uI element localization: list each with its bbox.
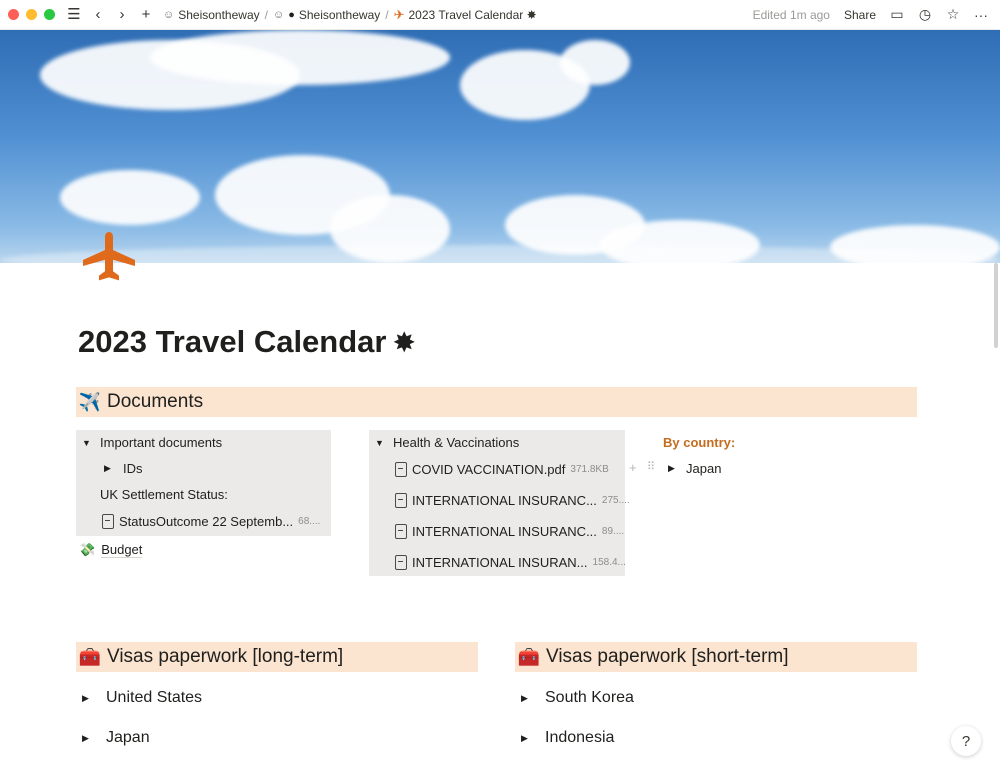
- heading-text: Visas paperwork [short-term]: [546, 646, 789, 667]
- documents-heading[interactable]: ✈️ Documents: [76, 387, 917, 417]
- money-icon: 💸: [79, 542, 96, 557]
- file-icon: [102, 514, 114, 529]
- maximize-window-button[interactable]: [44, 9, 55, 20]
- topbar-actions: Edited 1m ago Share ▭ ◷ ☆ ···: [753, 6, 988, 23]
- file-attachment[interactable]: INTERNATIONAL INSURAN... 158.4...: [395, 555, 626, 570]
- file-attachment[interactable]: COVID VACCINATION.pdf 371.8KB: [395, 462, 609, 477]
- toggle-open-icon[interactable]: ▼: [82, 438, 94, 448]
- forward-icon[interactable]: ›: [115, 7, 129, 22]
- breadcrumb-label: 2023 Travel Calendar ✸: [408, 7, 537, 22]
- file-icon: [395, 524, 407, 539]
- drag-handle-icon[interactable]: ⠿: [647, 460, 655, 473]
- budget-label: Budget: [101, 542, 143, 558]
- cover-image[interactable]: [0, 30, 1000, 263]
- airplane-emoji-icon: ✈️: [78, 391, 102, 412]
- file-size: 158.4...: [592, 557, 626, 568]
- file-size: 68....: [298, 516, 321, 527]
- toggle-label: United States: [106, 689, 203, 706]
- uk-status-text: UK Settlement Status:: [100, 487, 228, 502]
- health-vaccinations-toggle[interactable]: ▼ Health & Vaccinations: [375, 435, 519, 450]
- breadcrumb-label: Sheisontheway: [298, 7, 381, 22]
- nav-controls: ☰ ‹ › +: [67, 7, 153, 22]
- file-icon: [395, 462, 407, 477]
- toggle-label: Japan: [106, 729, 150, 746]
- file-icon: [395, 555, 407, 570]
- file-name: INTERNATIONAL INSURAN...: [412, 555, 588, 570]
- toggle-label: Important documents: [100, 435, 223, 450]
- toggle-label: Japan: [686, 461, 722, 476]
- add-block-icon[interactable]: +: [629, 460, 637, 475]
- breadcrumb: ☺ Sheisontheway / ☺ ● Sheisontheway / ✈ …: [163, 7, 537, 23]
- file-attachment[interactable]: INTERNATIONAL INSURANC... 89....: [395, 524, 624, 539]
- toggle-closed-icon[interactable]: ▶: [521, 693, 545, 704]
- toggle-closed-icon[interactable]: ▶: [668, 463, 680, 474]
- toggle-closed-icon[interactable]: ▶: [82, 733, 106, 744]
- visa-toggle-item[interactable]: ▶ South Korea: [521, 689, 634, 707]
- file-size: 89....: [601, 526, 625, 537]
- page-title-text: 2023 Travel Calendar: [78, 324, 387, 359]
- toggle-closed-icon[interactable]: ▶: [521, 733, 545, 744]
- file-size: 275....: [601, 495, 630, 506]
- breadcrumb-label: Sheisontheway: [178, 7, 260, 22]
- dot-icon: ●: [288, 8, 295, 21]
- file-attachment[interactable]: INTERNATIONAL INSURANC... 275....: [395, 493, 630, 508]
- comments-icon[interactable]: ▭: [890, 6, 904, 23]
- by-country-label: By country:: [663, 435, 736, 450]
- toggle-closed-icon[interactable]: ▶: [82, 693, 106, 704]
- edited-timestamp: Edited 1m ago: [752, 7, 830, 22]
- documents-heading-text: Documents: [107, 391, 204, 412]
- page-title[interactable]: 2023 Travel Calendar ✸: [78, 324, 416, 360]
- favorite-star-icon[interactable]: ☆: [946, 6, 960, 23]
- help-button[interactable]: ?: [951, 726, 981, 756]
- toolbox-icon: 🧰: [517, 646, 541, 667]
- file-name: INTERNATIONAL INSURANC...: [412, 493, 597, 508]
- toggle-open-icon[interactable]: ▼: [375, 438, 387, 448]
- budget-link[interactable]: 💸 Budget: [79, 542, 143, 558]
- visa-toggle-item[interactable]: ▶ Indonesia: [521, 729, 614, 747]
- scrollbar[interactable]: [994, 263, 998, 348]
- important-documents-toggle[interactable]: ▼ Important documents: [82, 435, 222, 450]
- more-options-icon[interactable]: ···: [974, 7, 988, 23]
- share-button[interactable]: Share: [844, 8, 876, 22]
- visa-toggle-item[interactable]: ▶ United States: [82, 689, 202, 707]
- sparkle-icon: ✸: [392, 327, 416, 358]
- breadcrumb-separator: /: [385, 7, 389, 22]
- file-name: INTERNATIONAL INSURANC...: [412, 524, 597, 539]
- toggle-label: Indonesia: [545, 729, 615, 746]
- minimize-window-button[interactable]: [26, 9, 37, 20]
- visas-long-term-heading[interactable]: 🧰 Visas paperwork [long-term]: [76, 642, 478, 672]
- history-icon[interactable]: ◷: [918, 6, 932, 23]
- airplane-icon: ✈: [393, 6, 405, 22]
- file-attachment[interactable]: StatusOutcome 22 Septemb... 68....: [102, 514, 320, 529]
- toggle-closed-icon[interactable]: ▶: [104, 463, 116, 474]
- top-bar: ☰ ‹ › + ☺ Sheisontheway / ☺ ● Sheisonthe…: [0, 0, 1000, 30]
- menu-icon[interactable]: ☰: [67, 7, 81, 22]
- toggle-label: Health & Vaccinations: [393, 435, 520, 450]
- uk-settlement-status: UK Settlement Status:: [100, 487, 228, 502]
- breadcrumb-item-current[interactable]: ✈ 2023 Travel Calendar ✸: [394, 7, 537, 23]
- toggle-label: IDs: [123, 461, 143, 476]
- person-icon: ☺: [272, 8, 285, 21]
- visas-short-term-heading[interactable]: 🧰 Visas paperwork [short-term]: [515, 642, 917, 672]
- file-size: 371.8KB: [570, 464, 609, 475]
- window-controls: [8, 9, 55, 20]
- heading-text: Visas paperwork [long-term]: [107, 646, 344, 667]
- breadcrumb-item[interactable]: ☺ ● Sheisontheway: [273, 8, 380, 22]
- person-icon: ☺: [163, 8, 175, 21]
- toolbox-icon: 🧰: [78, 646, 102, 667]
- add-page-icon[interactable]: +: [139, 7, 153, 22]
- file-name: StatusOutcome 22 Septemb...: [119, 514, 294, 529]
- country-toggle-japan[interactable]: ▶ Japan: [668, 461, 721, 476]
- ids-toggle[interactable]: ▶ IDs: [104, 461, 143, 476]
- file-name: COVID VACCINATION.pdf: [412, 462, 566, 477]
- file-icon: [395, 493, 407, 508]
- visa-toggle-item[interactable]: ▶ Japan: [82, 729, 150, 747]
- breadcrumb-separator: /: [264, 7, 268, 22]
- back-icon[interactable]: ‹: [91, 7, 105, 22]
- breadcrumb-item[interactable]: ☺ Sheisontheway: [163, 8, 260, 22]
- close-window-button[interactable]: [8, 9, 19, 20]
- toggle-label: South Korea: [545, 689, 634, 706]
- airplane-page-icon[interactable]: [80, 228, 140, 288]
